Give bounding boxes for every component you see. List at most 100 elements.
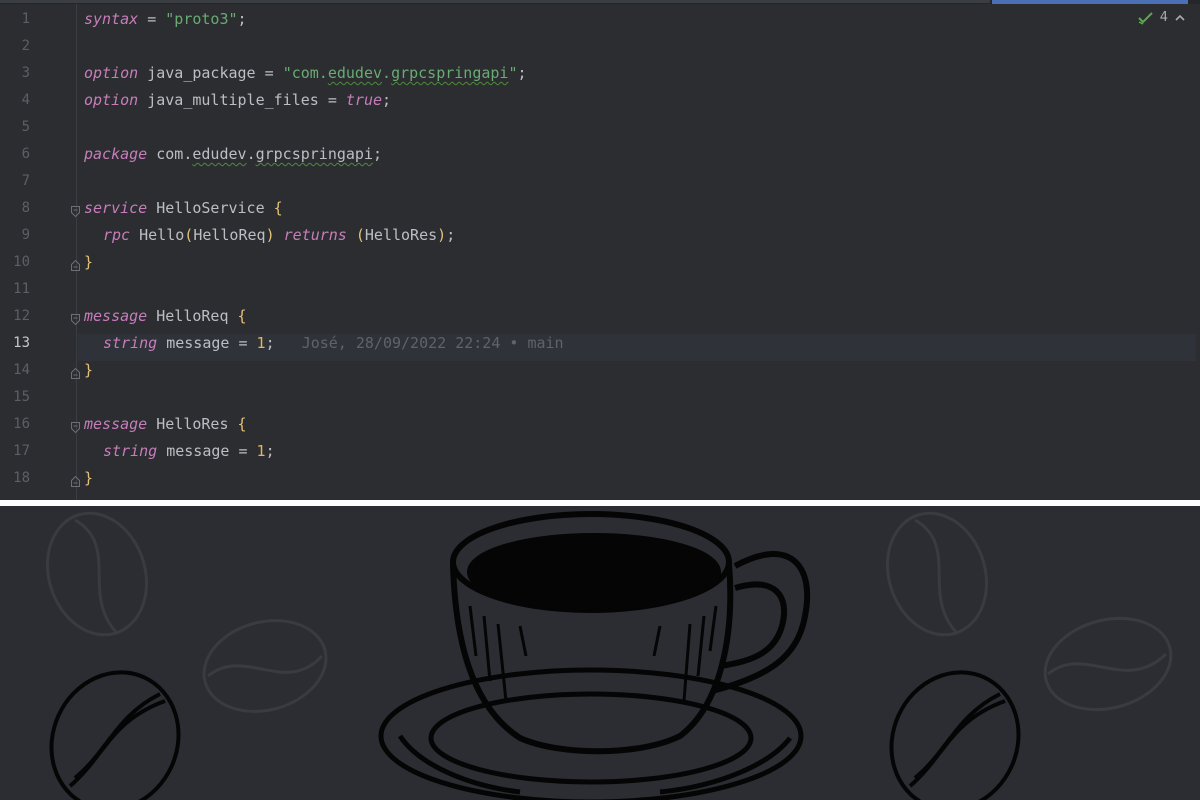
brace: { — [273, 199, 283, 217]
typo-warning: edudev — [192, 145, 247, 163]
code-text: HelloService — [147, 199, 274, 217]
line-number: 4 — [21, 92, 30, 108]
line-number: 9 — [21, 227, 30, 243]
brace: { — [237, 307, 247, 325]
line-number: 17 — [13, 443, 30, 459]
code-text: message = — [157, 442, 257, 460]
line-number: 10 — [13, 254, 30, 270]
code-text: = — [138, 10, 166, 28]
code-line-18: } — [84, 465, 93, 492]
typo-warning: edudev — [327, 64, 383, 82]
string-literal: " — [508, 64, 518, 82]
paren: ) — [265, 226, 275, 244]
code-line-14: } — [84, 357, 93, 384]
fold-open-icon[interactable] — [71, 206, 80, 217]
brace: { — [237, 415, 247, 433]
tab-divider — [0, 0, 990, 3]
code-text: ; — [265, 334, 275, 352]
keyword: option — [84, 91, 139, 109]
code-line-4: option java_multiple_files = true; — [84, 87, 391, 114]
code-editor[interactable]: 1 2 3 4 5 6 7 8 9 10 11 12 13 14 15 16 1… — [0, 0, 1200, 500]
boolean-literal: true — [345, 91, 383, 109]
code-line-3: option java_package = "com.edudev.grpcsp… — [84, 60, 527, 87]
code-line-12: message HelloReq { — [84, 303, 247, 330]
code-line-1: syntax = "proto3"; — [84, 6, 247, 33]
paren: ( — [355, 226, 365, 244]
keyword: option — [84, 64, 139, 82]
code-text: HelloReq — [193, 226, 266, 244]
keyword: string — [103, 442, 158, 460]
code-line-17: string message = 1; — [103, 438, 275, 465]
code-text: message = — [157, 334, 257, 352]
code-text: ; — [237, 10, 247, 28]
code-text: ; — [382, 91, 392, 109]
inspection-count: 4 — [1159, 10, 1168, 25]
code-text: ; — [265, 442, 275, 460]
chevron-up-icon[interactable] — [1174, 13, 1186, 23]
keyword: rpc — [103, 226, 131, 244]
code-line-9: rpc Hello(HelloReq) returns (HelloRes); — [103, 222, 455, 249]
active-tab-indicator — [992, 0, 1188, 4]
paren: ) — [437, 226, 447, 244]
string-literal: . — [382, 64, 392, 82]
keyword: message — [84, 415, 148, 433]
code-text: ; — [517, 64, 527, 82]
coffee-cup-icon — [45, 511, 1173, 800]
code-text: HelloReq — [147, 307, 238, 325]
line-number: 14 — [13, 362, 30, 378]
code-line-16: message HelloRes { — [84, 411, 247, 438]
line-number: 18 — [13, 470, 30, 486]
code-text: java_multiple_files = — [138, 91, 346, 109]
line-number-active: 13 — [13, 335, 30, 351]
typo-warning: grpcspringapi — [391, 64, 509, 82]
code-text: . — [246, 145, 256, 163]
line-number: 11 — [13, 281, 30, 297]
brace: } — [84, 361, 94, 379]
string-literal: "proto3" — [165, 10, 238, 28]
code-line-13: string message = 1; José, 28/09/2022 22:… — [103, 330, 564, 357]
typo-warning: grpcspringapi — [255, 145, 373, 163]
brace: } — [84, 469, 94, 487]
inspection-widget[interactable]: 4 — [1138, 10, 1186, 25]
brace: } — [84, 253, 94, 271]
keyword: syntax — [84, 10, 139, 28]
keyword: service — [84, 199, 148, 217]
code-text: Hello — [130, 226, 185, 244]
check-icon — [1138, 11, 1153, 25]
string-literal: "com. — [282, 64, 328, 82]
git-blame-annotation[interactable]: José, 28/09/2022 22:24 • main — [302, 334, 564, 352]
keyword: message — [84, 307, 148, 325]
code-text: com. — [147, 145, 193, 163]
line-number: 2 — [21, 38, 30, 54]
line-number: 7 — [21, 173, 30, 189]
coffee-illustration — [0, 506, 1200, 800]
line-number: 8 — [21, 200, 30, 216]
line-number: 6 — [21, 146, 30, 162]
line-number: 5 — [21, 119, 30, 135]
code-text: java_package = — [138, 64, 283, 82]
code-line-8: service HelloService { — [84, 195, 283, 222]
fold-open-icon[interactable] — [71, 422, 80, 433]
line-number: 16 — [13, 416, 30, 432]
keyword: string — [103, 334, 158, 352]
code-text: ; — [373, 145, 383, 163]
code-line-10: } — [84, 249, 93, 276]
keyword: returns — [283, 226, 347, 244]
fold-close-icon[interactable] — [71, 476, 80, 487]
code-text: HelloRes — [147, 415, 238, 433]
paren: ( — [184, 226, 194, 244]
code-line-6: package com.edudev.grpcspringapi; — [84, 141, 382, 168]
line-number: 15 — [13, 389, 30, 405]
code-text: HelloRes — [364, 226, 438, 244]
line-number: 1 — [21, 11, 30, 27]
line-number-gutter[interactable]: 1 2 3 4 5 6 7 8 9 10 11 12 13 14 15 16 1… — [0, 6, 80, 500]
fold-open-icon[interactable] — [71, 314, 80, 325]
number-literal: 1 — [256, 334, 266, 352]
fold-close-icon[interactable] — [71, 368, 80, 379]
keyword: package — [84, 145, 148, 163]
fold-close-icon[interactable] — [71, 260, 80, 271]
line-number: 12 — [13, 308, 30, 324]
number-literal: 1 — [256, 442, 266, 460]
code-text: ; — [446, 226, 456, 244]
line-number: 3 — [21, 65, 30, 81]
